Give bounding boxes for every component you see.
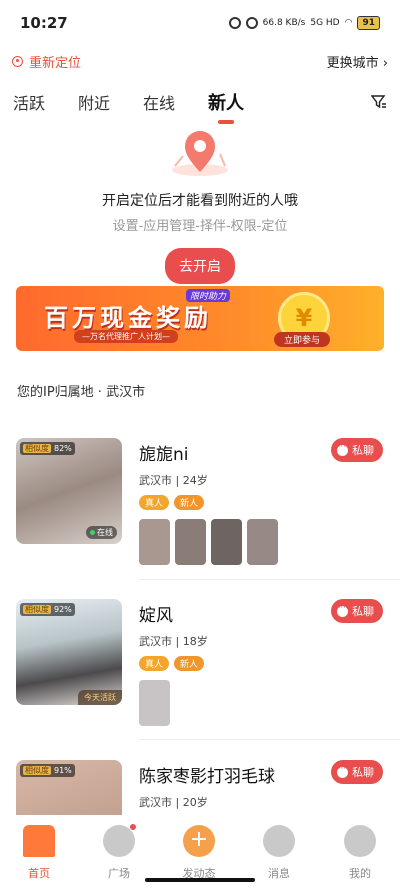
user-info: 武汉市 | 18岁 xyxy=(139,635,208,648)
user-name: 陈家枣影打羽毛球 xyxy=(139,767,275,787)
relocate-label: 重新定位 xyxy=(29,55,82,71)
user-info: 武汉市 | 24岁 xyxy=(139,474,208,487)
user-name: 旎旎ni xyxy=(139,445,189,465)
thumbnail[interactable] xyxy=(139,680,170,726)
activity-status: 今天活跃 xyxy=(78,690,122,705)
plus-icon: + xyxy=(183,825,215,857)
user-name: 婝风 xyxy=(139,606,173,626)
newcomer-badge: 新人 xyxy=(174,656,205,671)
newcomer-badge: 新人 xyxy=(174,495,205,510)
banner-subtitle: —万名代理推广人计划— xyxy=(74,330,178,343)
signal-label: 5G HD xyxy=(310,18,340,28)
divider xyxy=(139,739,400,740)
location-notice-title: 开启定位后才能看到附近的人哦 xyxy=(102,193,298,209)
photo-thumbnails xyxy=(139,519,278,565)
divider xyxy=(139,579,400,580)
alarm-icon xyxy=(228,17,241,29)
profile-icon xyxy=(344,825,376,857)
chat-bubble-icon xyxy=(337,442,348,456)
chat-bubble-icon xyxy=(337,764,348,778)
chat-bubble-icon xyxy=(337,603,348,617)
nav-home[interactable]: 首页 xyxy=(9,825,69,881)
banner-title: 百万现金奖励 xyxy=(44,304,212,332)
tab-newcomers[interactable]: 新人 xyxy=(208,89,244,124)
home-indicator xyxy=(145,878,255,882)
ip-location: 您的IP归属地 · 武汉市 xyxy=(17,385,146,400)
thumbnail[interactable] xyxy=(139,519,170,565)
online-dot-icon xyxy=(90,530,95,535)
tab-online[interactable]: 在线 xyxy=(143,90,175,114)
user-photo[interactable]: 相似度 91% xyxy=(16,760,122,815)
private-chat-button[interactable]: 私聊 xyxy=(331,438,383,462)
bottom-tab-bar: 首页 广场 + 发动态 消息 我的 xyxy=(0,815,400,889)
photo-thumbnails xyxy=(139,680,208,726)
home-icon xyxy=(23,825,55,857)
location-notice-hint: 设置-应用管理-择伴-权限-定位 xyxy=(112,219,288,234)
thumbnail[interactable] xyxy=(247,519,278,565)
location-bar: 重新定位 更换城市 › xyxy=(0,48,400,74)
enable-location-button[interactable]: 去开启 xyxy=(165,248,235,284)
filter-icon[interactable] xyxy=(371,95,387,109)
status-time: 10:27 xyxy=(20,14,68,32)
user-card[interactable]: 相似度91% 陈家枣影打羽毛球 武汉市 | 20岁 真人 新人 私聊 xyxy=(0,760,400,815)
network-speed: 66.8 KB/s xyxy=(262,18,306,28)
user-photo[interactable]: 相似度 82% 在线 xyxy=(16,438,122,544)
match-badge: 相似度 82% xyxy=(20,442,75,455)
tab-active[interactable]: 活跃 xyxy=(13,90,45,114)
private-chat-button[interactable]: 私聊 xyxy=(331,760,383,784)
thumbnail[interactable] xyxy=(211,519,242,565)
user-card[interactable]: 相似度82% 在线 旎旎ni 武汉市 | 24岁 真人 新人 私聊 xyxy=(0,438,400,598)
match-badge: 相似度 92% xyxy=(20,603,75,616)
change-city-button[interactable]: 更换城市 › xyxy=(327,52,388,71)
chevron-right-icon: › xyxy=(382,55,388,71)
location-pin-illustration xyxy=(172,131,228,176)
nav-mine[interactable]: 我的 xyxy=(330,825,390,881)
private-chat-button[interactable]: 私聊 xyxy=(331,599,383,623)
category-tabs: 活跃 附近 在线 新人 xyxy=(0,84,400,124)
user-photo[interactable]: 相似度 92% 今天活跃 xyxy=(16,599,122,705)
message-icon xyxy=(263,825,295,857)
nav-post[interactable]: + 发动态 xyxy=(169,825,229,881)
match-badge: 相似度 91% xyxy=(20,764,75,777)
verified-badge: 真人 xyxy=(139,656,170,671)
status-bar: 10:27 66.8 KB/s 5G HD ◠ 91 xyxy=(0,0,400,46)
mute-icon xyxy=(245,17,258,29)
notification-dot xyxy=(129,823,137,831)
verified-badge: 真人 xyxy=(139,495,170,510)
online-status: 在线 xyxy=(86,526,117,539)
wifi-icon: ◠ xyxy=(344,18,353,28)
banner-join-button[interactable]: 立即参与 xyxy=(274,332,331,347)
locate-icon xyxy=(12,55,23,67)
nav-messages[interactable]: 消息 xyxy=(249,825,309,881)
thumbnail[interactable] xyxy=(175,519,206,565)
nav-square[interactable]: 广场 xyxy=(89,823,149,881)
battery-indicator: 91 xyxy=(357,16,380,30)
planet-icon xyxy=(103,823,137,857)
promo-banner[interactable]: 限时助力 百万现金奖励 —万名代理推广人计划— ¥ 立即参与 xyxy=(16,286,384,351)
relocate-button[interactable]: 重新定位 xyxy=(12,52,81,71)
user-info: 武汉市 | 20岁 xyxy=(139,796,208,809)
user-card[interactable]: 相似度92% 今天活跃 婝风 武汉市 | 18岁 真人 新人 私聊 xyxy=(0,599,400,759)
change-city-label: 更换城市 xyxy=(326,55,379,71)
location-disabled-notice: 开启定位后才能看到附近的人哦 设置-应用管理-择伴-权限-定位 去开启 xyxy=(0,126,400,284)
tab-nearby[interactable]: 附近 xyxy=(78,90,110,114)
